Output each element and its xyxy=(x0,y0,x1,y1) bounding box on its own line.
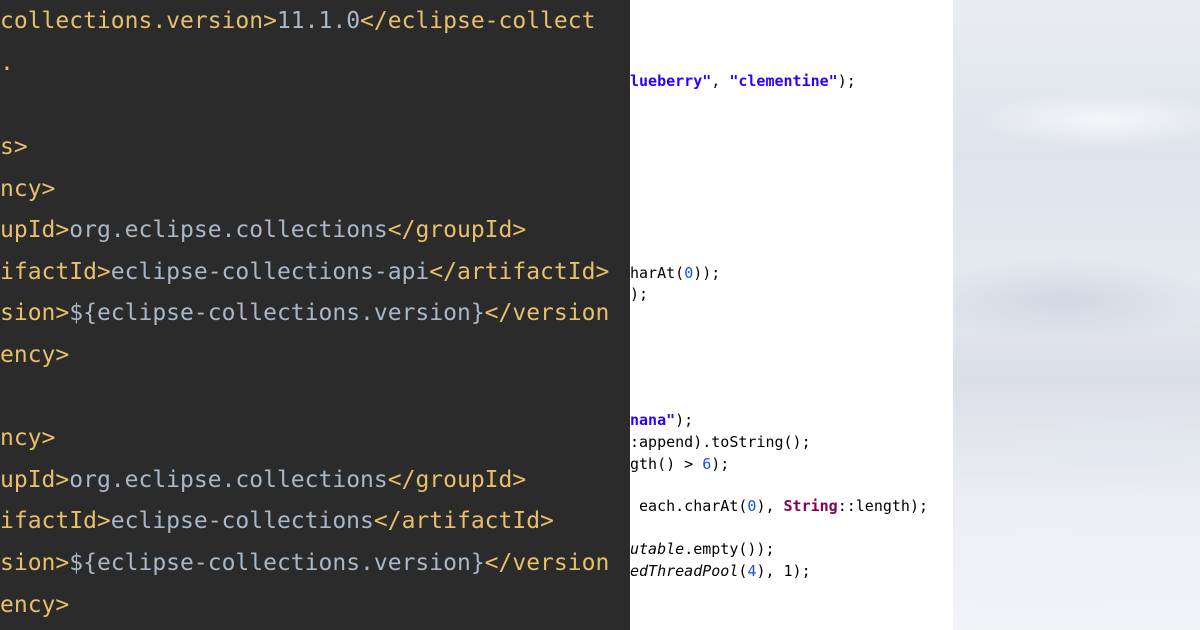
code-line: ifactId>eclipse-collections</artifactId> xyxy=(0,508,554,534)
snow-photo xyxy=(953,0,1200,630)
code-line: gth() > 6); xyxy=(630,455,730,473)
code-line: collections.version>11.1.0</eclipse-coll… xyxy=(0,8,596,34)
code-line: each.charAt(0), String::length); xyxy=(630,497,929,515)
code-line: upId>org.eclipse.collections</groupId> xyxy=(0,467,527,493)
code-line: sion>${eclipse-collections.version}</ver… xyxy=(0,300,610,326)
code-line: :append).toString(); xyxy=(630,433,811,451)
code-line: ncy> xyxy=(0,425,56,451)
code-line: utable.empty()); xyxy=(630,540,775,558)
code-line: ); xyxy=(630,285,649,303)
code-line: edThreadPool(4), 1); xyxy=(630,562,811,580)
code-line: s> xyxy=(0,134,28,160)
code-line: ifactId>eclipse-collections-api</artifac… xyxy=(0,259,610,285)
code-line: ency> xyxy=(0,342,70,368)
code-line: lueberry", "clementine"); xyxy=(630,72,856,90)
java-code-panel: lueberry", "clementine"); harAt(0)); ); … xyxy=(630,0,953,630)
code-line: harAt(0)); xyxy=(630,264,721,282)
code-line: nana"); xyxy=(630,411,694,429)
code-line: . xyxy=(0,50,14,76)
xml-code-panel: collections.version>11.1.0</eclipse-coll… xyxy=(0,0,630,630)
code-line: ency> xyxy=(0,592,70,618)
code-line: ncy> xyxy=(0,176,56,202)
code-line: upId>org.eclipse.collections</groupId> xyxy=(0,217,527,243)
code-line: sion>${eclipse-collections.version}</ver… xyxy=(0,550,610,576)
